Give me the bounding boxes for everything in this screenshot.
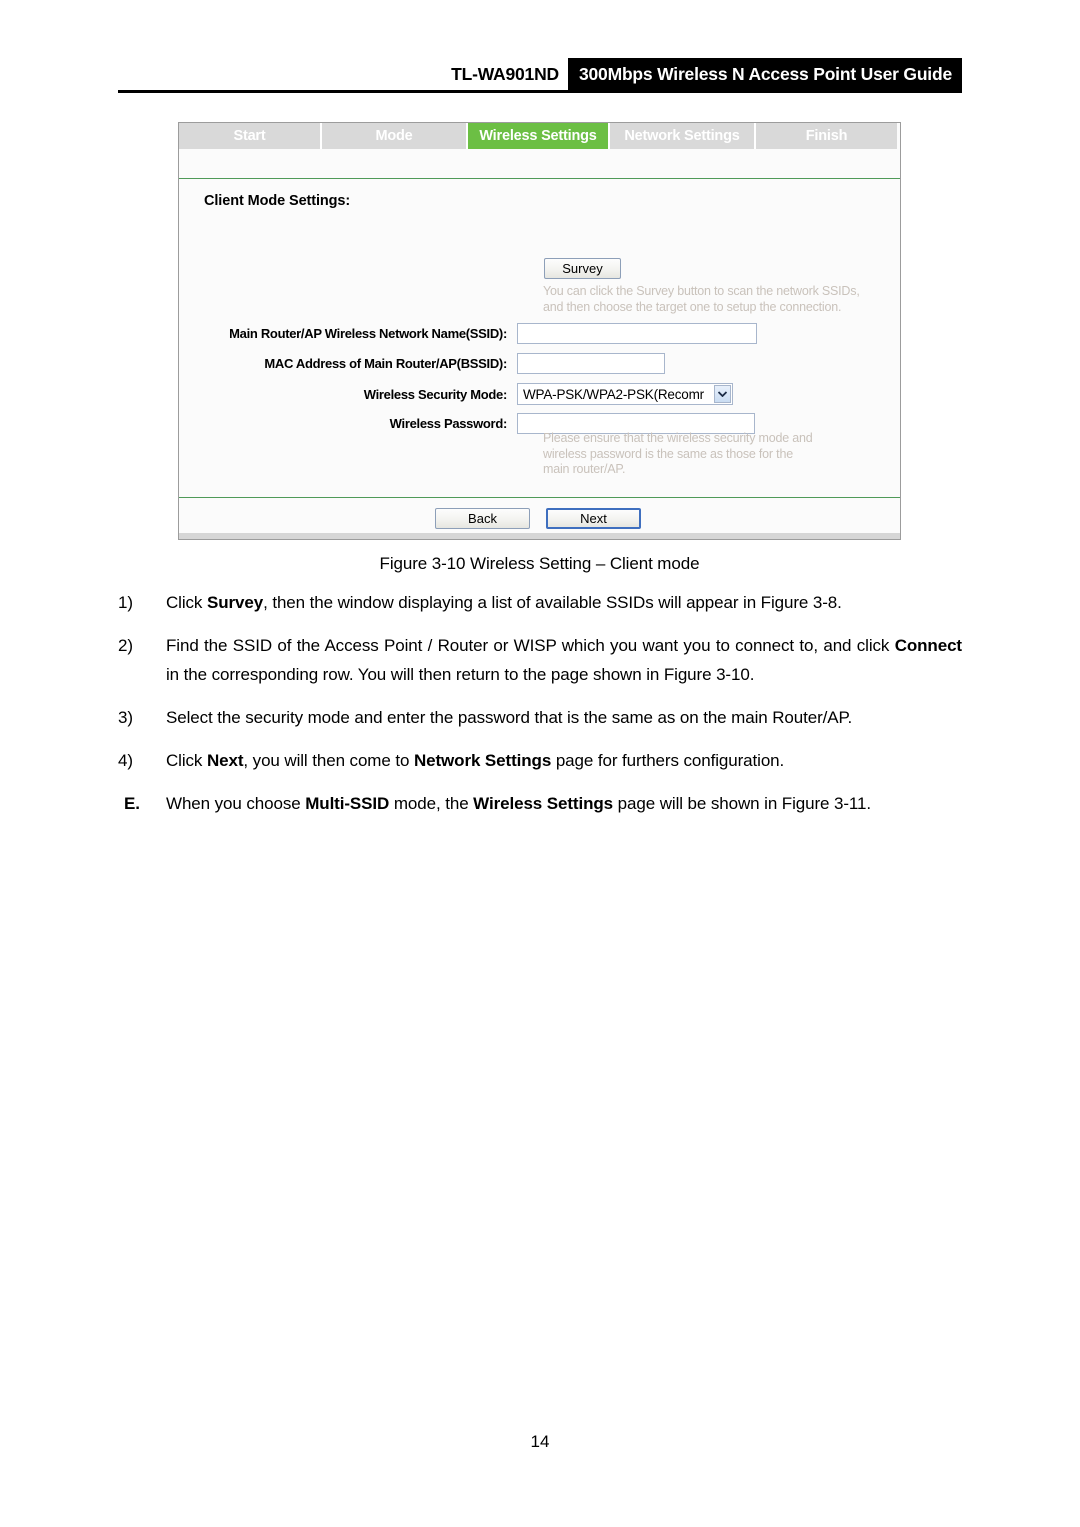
product-model: TL-WA901ND <box>451 63 559 84</box>
section-title: Client Mode Settings: <box>204 193 351 209</box>
panel-footer: Back Next <box>179 498 900 539</box>
survey-hint-text: You can click the Survey button to scan … <box>543 284 860 314</box>
client-mode-settings-panel: Client Mode Settings: Survey You can cli… <box>179 179 900 497</box>
figure-caption: Figure 3-10 Wireless Setting – Client mo… <box>379 554 700 573</box>
list-item: 3) Select the security mode and enter th… <box>118 703 962 732</box>
panel-bottom-bar <box>179 533 900 539</box>
security-mode-label: Wireless Security Mode: <box>363 386 508 402</box>
bssid-input[interactable] <box>517 353 665 374</box>
document-title: 300Mbps Wireless N Access Point User Gui… <box>567 58 962 90</box>
tab-wireless-settings[interactable]: Wireless Settings <box>468 123 610 149</box>
header-row: TL-WA901ND 300Mbps Wireless N Access Poi… <box>118 58 962 90</box>
list-marker: 2) <box>118 636 133 655</box>
list-item: 2) Find the SSID of the Access Point / R… <box>118 631 962 689</box>
tab-mode[interactable]: Mode <box>322 123 468 149</box>
wizard-nav-buttons: Back Next <box>179 508 897 529</box>
list-item-text: Select the security mode and enter the p… <box>166 708 853 727</box>
survey-button[interactable]: Survey <box>544 258 621 279</box>
tab-network-settings[interactable]: Network Settings <box>610 123 756 149</box>
wizard-tab-strip: Start Mode Wireless Settings Network Set… <box>179 123 897 149</box>
bssid-field-row: MAC Address of Main Router/AP(BSSID): <box>179 353 665 374</box>
list-item-text: When you choose Multi-SSID mode, the Wir… <box>166 794 871 813</box>
instructions-list: 1) Click Survey, then the window display… <box>118 588 962 832</box>
list-marker: 4) <box>118 751 133 770</box>
next-button[interactable]: Next <box>546 508 641 529</box>
ssid-input[interactable] <box>517 323 757 344</box>
list-item-text: Click Survey, then the window displaying… <box>166 593 842 612</box>
list-item: 4) Click Next, you will then come to Net… <box>118 746 962 775</box>
page-number: 14 <box>530 1432 550 1451</box>
back-button[interactable]: Back <box>435 508 530 529</box>
list-item: 1) Click Survey, then the window display… <box>118 588 962 617</box>
header-rule <box>118 90 962 93</box>
list-item-text: Find the SSID of the Access Point / Rout… <box>166 636 962 684</box>
list-marker: 3) <box>118 708 133 727</box>
router-ui-figure: Start Mode Wireless Settings Network Set… <box>178 122 901 540</box>
chevron-down-icon[interactable] <box>714 385 731 403</box>
ssid-field-row: Main Router/AP Wireless Network Name(SSI… <box>179 323 757 344</box>
tab-finish[interactable]: Finish <box>756 123 897 149</box>
page-header: TL-WA901ND 300Mbps Wireless N Access Poi… <box>118 58 962 93</box>
list-item: E. When you choose Multi-SSID mode, the … <box>118 789 962 818</box>
security-mode-select[interactable]: WPA-PSK/WPA2-PSK(Recomr <box>517 383 733 405</box>
bssid-label: MAC Address of Main Router/AP(BSSID): <box>264 356 507 371</box>
list-item-text: Click Next, you will then come to Networ… <box>166 751 785 770</box>
wireless-password-label: Wireless Password: <box>389 416 508 431</box>
list-marker: 1) <box>118 593 133 612</box>
tab-start[interactable]: Start <box>179 123 322 149</box>
list-marker: E. <box>124 794 140 813</box>
security-mode-row: Wireless Security Mode: WPA-PSK/WPA2-PSK… <box>179 383 733 405</box>
tab-strip-spacer <box>179 149 900 178</box>
security-mode-value: WPA-PSK/WPA2-PSK(Recomr <box>523 386 704 402</box>
password-hint-text: Please ensure that the wireless security… <box>543 431 813 476</box>
ssid-label: Main Router/AP Wireless Network Name(SSI… <box>229 326 507 341</box>
